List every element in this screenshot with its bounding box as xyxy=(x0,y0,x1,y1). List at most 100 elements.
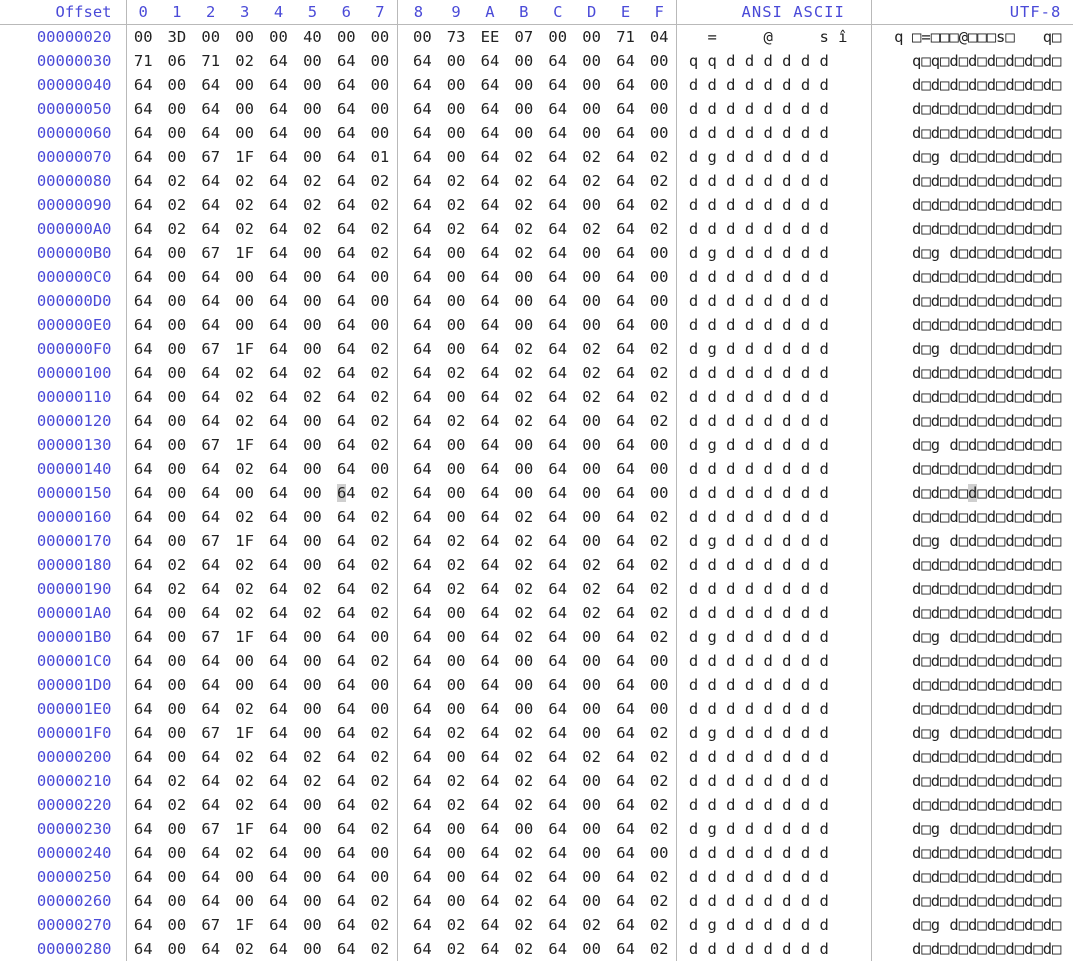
utf8-cell[interactable]: d□d□d□d□d□d□d□d□ xyxy=(871,97,1073,121)
hex-byte-cell[interactable]: 67 xyxy=(194,433,228,457)
hex-byte-cell[interactable]: 64 xyxy=(609,313,643,337)
hex-byte-cell[interactable]: 64 xyxy=(609,289,643,313)
hex-byte-cell[interactable]: 00 xyxy=(363,457,397,481)
hex-byte-cell[interactable]: 64 xyxy=(126,313,160,337)
hex-byte-cell[interactable]: 64 xyxy=(541,577,575,601)
hex-byte-cell[interactable]: 1F xyxy=(228,433,262,457)
ansi-ascii-cell[interactable]: d d d d d d d d xyxy=(676,457,871,481)
hex-byte-cell[interactable]: 64 xyxy=(126,553,160,577)
hex-byte-cell[interactable]: 64 xyxy=(609,265,643,289)
hex-byte-cell[interactable]: 64 xyxy=(194,697,228,721)
hex-byte-cell[interactable]: 00 xyxy=(575,49,609,73)
hex-byte-cell[interactable]: 02 xyxy=(642,169,676,193)
ansi-ascii-cell[interactable]: d d d d d d d d xyxy=(676,193,871,217)
hex-byte-cell[interactable]: 02 xyxy=(228,385,262,409)
ansi-ascii-cell[interactable]: d d d d d d d d xyxy=(676,673,871,697)
hex-byte-cell[interactable]: 64 xyxy=(473,601,507,625)
hex-byte-cell[interactable]: 64 xyxy=(609,217,643,241)
hex-byte-cell[interactable]: 64 xyxy=(397,169,439,193)
hex-byte-cell[interactable]: 02 xyxy=(228,361,262,385)
hex-byte-cell[interactable]: 64 xyxy=(126,625,160,649)
hex-byte-cell[interactable]: 64 xyxy=(194,193,228,217)
hex-byte-cell[interactable]: 02 xyxy=(642,793,676,817)
hex-byte-cell[interactable]: 02 xyxy=(575,577,609,601)
hex-byte-cell[interactable]: 64 xyxy=(262,577,296,601)
hex-byte-cell[interactable]: 06 xyxy=(160,49,194,73)
hex-byte-cell[interactable]: 64 xyxy=(541,913,575,937)
hex-byte-cell[interactable]: 64 xyxy=(262,457,296,481)
hex-byte-cell[interactable]: 00 xyxy=(439,121,473,145)
hex-byte-cell[interactable]: 00 xyxy=(228,73,262,97)
hex-byte-cell[interactable]: 64 xyxy=(397,193,439,217)
table-row[interactable]: 0000004064006400640064006400640064006400… xyxy=(0,73,1073,97)
hex-byte-cell[interactable]: 00 xyxy=(575,793,609,817)
hex-byte-cell[interactable]: 00 xyxy=(228,481,262,505)
hex-byte-cell[interactable]: 64 xyxy=(194,505,228,529)
hex-byte-cell[interactable]: 64 xyxy=(541,49,575,73)
hex-byte-cell[interactable]: 64 xyxy=(473,625,507,649)
hex-byte-cell[interactable]: 00 xyxy=(295,121,329,145)
hex-byte-cell[interactable]: 00 xyxy=(575,673,609,697)
hex-byte-cell[interactable]: 02 xyxy=(228,841,262,865)
table-row[interactable]: 000001C064006400640064026400640064006400… xyxy=(0,649,1073,673)
hex-byte-cell[interactable]: 64 xyxy=(194,97,228,121)
hex-byte-cell[interactable]: 64 xyxy=(397,697,439,721)
table-row[interactable]: 000002306400671F640064026400640064006402… xyxy=(0,817,1073,841)
table-row[interactable]: 0000010064006402640264026402640264026402… xyxy=(0,361,1073,385)
hex-byte-cell[interactable]: 00 xyxy=(295,337,329,361)
table-row[interactable]: 0000024064006402640064006400640264006400… xyxy=(0,841,1073,865)
hex-byte-cell[interactable]: 64 xyxy=(397,673,439,697)
hex-byte-cell[interactable]: 64 xyxy=(609,505,643,529)
hex-byte-cell[interactable]: 00 xyxy=(575,865,609,889)
hex-byte-cell[interactable]: 64 xyxy=(194,481,228,505)
hex-byte-cell[interactable]: 02 xyxy=(439,793,473,817)
hex-byte-cell[interactable]: 02 xyxy=(363,553,397,577)
hex-byte-cell[interactable]: 00 xyxy=(228,649,262,673)
hex-byte-cell[interactable]: 64 xyxy=(329,937,363,961)
hex-byte-cell[interactable]: 64 xyxy=(329,721,363,745)
hex-byte-cell[interactable]: 64 xyxy=(397,793,439,817)
hex-byte-cell[interactable]: 64 xyxy=(473,73,507,97)
hex-byte-cell[interactable]: 64 xyxy=(397,769,439,793)
hex-byte-cell[interactable]: 02 xyxy=(642,553,676,577)
hex-byte-cell[interactable]: 64 xyxy=(329,745,363,769)
hex-byte-cell[interactable]: 02 xyxy=(228,793,262,817)
table-row[interactable]: 0000009064026402640264026402640264006402… xyxy=(0,193,1073,217)
hex-byte-cell[interactable]: 64 xyxy=(194,361,228,385)
utf8-cell[interactable]: d□d□d□d□d□d□d□d□ xyxy=(871,409,1073,433)
hex-byte-cell[interactable]: 64 xyxy=(397,625,439,649)
hex-byte-cell[interactable]: 64 xyxy=(329,145,363,169)
hex-byte-cell[interactable]: 00 xyxy=(295,793,329,817)
hex-byte-cell[interactable]: 64 xyxy=(126,193,160,217)
hex-byte-cell[interactable]: 02 xyxy=(507,385,541,409)
hex-byte-cell[interactable]: 64 xyxy=(329,481,363,505)
hex-byte-cell[interactable]: 64 xyxy=(397,97,439,121)
hex-byte-cell[interactable]: 01 xyxy=(363,145,397,169)
hex-byte-cell[interactable]: 00 xyxy=(642,241,676,265)
hex-byte-cell[interactable]: 64 xyxy=(609,721,643,745)
utf8-cell[interactable]: d□d□d□d□d□d□d□d□ xyxy=(871,121,1073,145)
utf8-cell[interactable]: d□d□d□d□d□d□d□d□ xyxy=(871,577,1073,601)
hex-byte-cell[interactable]: 00 xyxy=(228,265,262,289)
hex-byte-cell[interactable]: 64 xyxy=(262,649,296,673)
hex-byte-cell[interactable]: 02 xyxy=(439,409,473,433)
hex-byte-cell[interactable]: 00 xyxy=(295,409,329,433)
hex-byte-cell[interactable]: 64 xyxy=(329,529,363,553)
hex-byte-cell[interactable]: 00 xyxy=(160,913,194,937)
hex-byte-cell[interactable]: 64 xyxy=(473,337,507,361)
hex-byte-cell[interactable]: 64 xyxy=(262,913,296,937)
hex-byte-cell[interactable]: 00 xyxy=(160,721,194,745)
hex-byte-cell[interactable]: 64 xyxy=(541,769,575,793)
ansi-ascii-cell[interactable]: d g d d d d d d xyxy=(676,529,871,553)
hex-byte-cell[interactable]: 64 xyxy=(541,529,575,553)
hex-byte-cell[interactable]: 00 xyxy=(160,73,194,97)
hex-byte-cell[interactable]: 02 xyxy=(575,385,609,409)
hex-byte-cell[interactable]: 64 xyxy=(126,73,160,97)
utf8-cell[interactable]: d□d□d□d□d□d□d□d□ xyxy=(871,769,1073,793)
hex-byte-cell[interactable]: 64 xyxy=(473,769,507,793)
hex-byte-cell[interactable]: 00 xyxy=(295,73,329,97)
hex-byte-cell[interactable]: 64 xyxy=(194,289,228,313)
hex-byte-cell[interactable]: 02 xyxy=(228,553,262,577)
hex-byte-cell[interactable]: 64 xyxy=(126,601,160,625)
ansi-ascii-cell[interactable]: d d d d d d d d xyxy=(676,889,871,913)
